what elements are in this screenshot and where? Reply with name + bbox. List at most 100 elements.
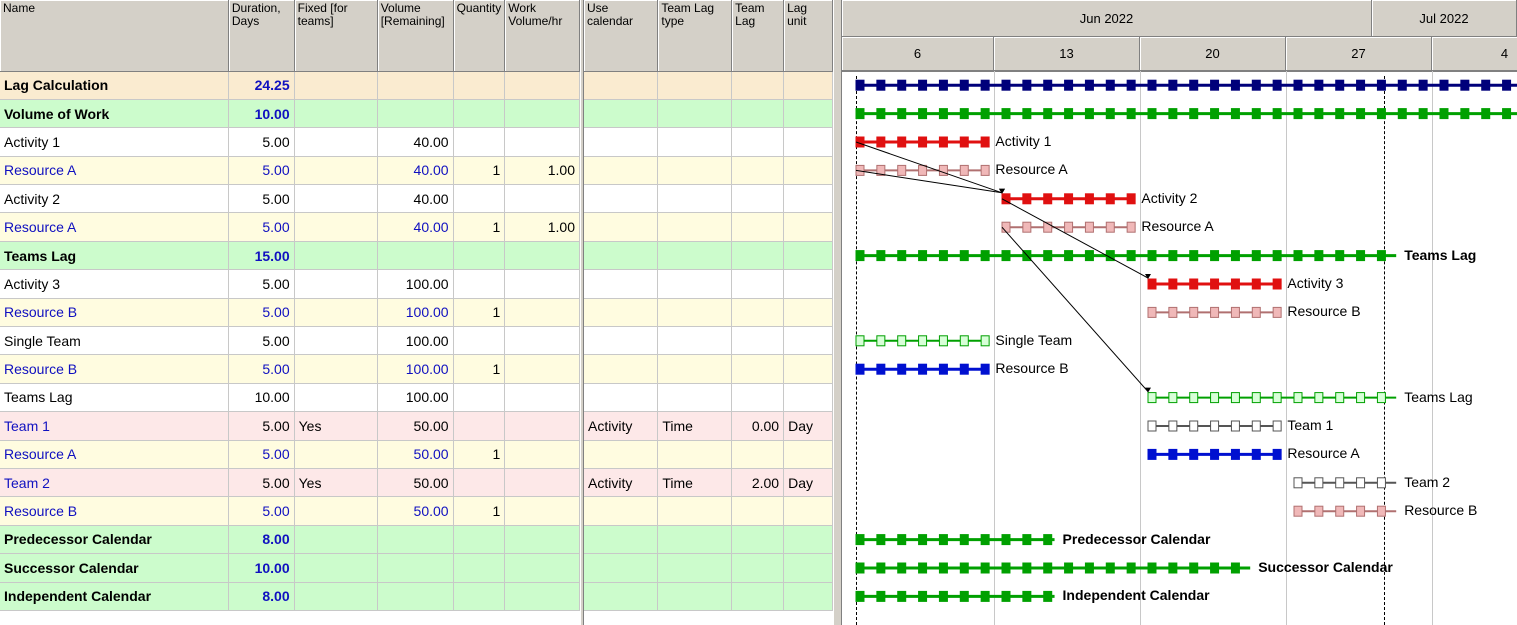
- cell-name[interactable]: Team 2: [0, 468, 229, 498]
- cell-duration[interactable]: 24.25: [228, 71, 295, 100]
- table-row[interactable]: [584, 127, 833, 157]
- cell-volume[interactable]: 100.00: [377, 326, 454, 356]
- gantt-bar[interactable]: [855, 534, 1055, 546]
- cell-work[interactable]: 1.00: [504, 156, 580, 186]
- cell-unit[interactable]: Day: [783, 411, 833, 441]
- cell-fixed[interactable]: [294, 71, 378, 100]
- cell-quantity[interactable]: 1: [453, 156, 506, 186]
- cell-calendar[interactable]: [584, 269, 659, 299]
- table-row[interactable]: [584, 184, 833, 214]
- cell-lag[interactable]: [731, 496, 785, 526]
- cell-duration[interactable]: 5.00: [228, 496, 295, 526]
- cell-work[interactable]: [504, 99, 580, 129]
- cell-lagtype[interactable]: [657, 241, 733, 271]
- table-row[interactable]: [584, 269, 833, 299]
- cell-work[interactable]: [504, 71, 580, 100]
- cell-fixed[interactable]: [294, 99, 378, 129]
- cell-quantity[interactable]: [453, 525, 506, 555]
- cell-quantity[interactable]: 1: [453, 212, 506, 242]
- cell-lag[interactable]: [731, 298, 785, 328]
- cell-duration[interactable]: 8.00: [228, 525, 295, 555]
- cell-calendar[interactable]: [584, 440, 659, 469]
- table-row[interactable]: Single Team 5.00 100.00: [0, 326, 580, 356]
- cell-unit[interactable]: [783, 71, 833, 100]
- pane-splitter-right[interactable]: [833, 0, 842, 625]
- cell-fixed[interactable]: [294, 127, 378, 157]
- left-column-header-5[interactable]: Work Volume/hr: [504, 0, 580, 72]
- cell-work[interactable]: [504, 496, 580, 526]
- cell-lag[interactable]: 2.00: [731, 468, 785, 498]
- cell-lagtype[interactable]: [657, 326, 733, 356]
- left-column-header-4[interactable]: Quantity: [453, 0, 506, 72]
- cell-work[interactable]: [504, 241, 580, 271]
- cell-quantity[interactable]: [453, 241, 506, 271]
- cell-name[interactable]: Resource A: [0, 440, 229, 469]
- cell-duration[interactable]: 5.00: [228, 212, 295, 242]
- table-row[interactable]: Resource A 5.00 50.00 1: [0, 440, 580, 469]
- left-column-header-2[interactable]: Fixed [for teams]: [294, 0, 378, 72]
- table-row[interactable]: [584, 525, 833, 555]
- cell-unit[interactable]: [783, 354, 833, 384]
- gantt-bar[interactable]: [855, 79, 1517, 91]
- cell-volume[interactable]: 50.00: [377, 496, 454, 526]
- cell-lagtype[interactable]: [657, 184, 733, 214]
- cell-duration[interactable]: 10.00: [228, 553, 295, 583]
- cell-duration[interactable]: 5.00: [228, 411, 295, 441]
- cell-lagtype[interactable]: [657, 383, 733, 413]
- cell-volume[interactable]: [377, 71, 454, 100]
- table-row[interactable]: [584, 99, 833, 129]
- cell-name[interactable]: Resource A: [0, 212, 229, 242]
- cell-volume[interactable]: 50.00: [377, 468, 454, 498]
- cell-calendar[interactable]: [584, 71, 659, 100]
- cell-duration[interactable]: 5.00: [228, 354, 295, 384]
- gantt-bar[interactable]: [1147, 278, 1282, 290]
- cell-work[interactable]: [504, 468, 580, 498]
- cell-lagtype[interactable]: [657, 212, 733, 242]
- table-row[interactable]: Activity 2 5.00 40.00: [0, 184, 580, 214]
- cell-name[interactable]: Activity 3: [0, 269, 229, 299]
- table-row[interactable]: [584, 298, 833, 328]
- table-row[interactable]: [584, 354, 833, 384]
- table-row[interactable]: Activity 3 5.00 100.00: [0, 269, 580, 299]
- cell-calendar[interactable]: Activity: [584, 468, 659, 498]
- cell-duration[interactable]: 5.00: [228, 298, 295, 328]
- cell-quantity[interactable]: 1: [453, 440, 506, 469]
- cell-name[interactable]: Lag Calculation: [0, 71, 229, 100]
- cell-duration[interactable]: 8.00: [228, 582, 295, 611]
- gantt-bar[interactable]: [855, 335, 990, 347]
- cell-name[interactable]: Resource B: [0, 354, 229, 384]
- table-row[interactable]: Predecessor Calendar 8.00: [0, 525, 580, 555]
- cell-lag[interactable]: [731, 383, 785, 413]
- cell-fixed[interactable]: [294, 269, 378, 299]
- cell-work[interactable]: [504, 269, 580, 299]
- cell-name[interactable]: Teams Lag: [0, 383, 229, 413]
- table-row[interactable]: [584, 383, 833, 413]
- cell-calendar[interactable]: [584, 127, 659, 157]
- cell-unit[interactable]: [783, 99, 833, 129]
- cell-lagtype[interactable]: [657, 99, 733, 129]
- cell-quantity[interactable]: 1: [453, 298, 506, 328]
- cell-volume[interactable]: 40.00: [377, 156, 454, 186]
- cell-lag[interactable]: 0.00: [731, 411, 785, 441]
- cell-work[interactable]: [504, 525, 580, 555]
- cell-lag[interactable]: [731, 241, 785, 271]
- table-row[interactable]: Activity Time 0.00 Day: [584, 411, 833, 441]
- cell-fixed[interactable]: [294, 582, 378, 611]
- cell-unit[interactable]: [783, 496, 833, 526]
- left-column-header-1[interactable]: Duration, Days: [228, 0, 295, 72]
- mid-column-header-3[interactable]: Lag unit: [783, 0, 833, 72]
- cell-lagtype[interactable]: Time: [657, 411, 733, 441]
- cell-calendar[interactable]: Activity: [584, 411, 659, 441]
- cell-lag[interactable]: [731, 354, 785, 384]
- cell-name[interactable]: Resource B: [0, 496, 229, 526]
- cell-name[interactable]: Successor Calendar: [0, 553, 229, 583]
- cell-duration[interactable]: 5.00: [228, 269, 295, 299]
- cell-lagtype[interactable]: [657, 553, 733, 583]
- gantt-bar[interactable]: [855, 250, 1397, 262]
- cell-work[interactable]: [504, 184, 580, 214]
- cell-quantity[interactable]: [453, 411, 506, 441]
- cell-quantity[interactable]: [453, 468, 506, 498]
- cell-volume[interactable]: [377, 525, 454, 555]
- cell-unit[interactable]: [783, 383, 833, 413]
- cell-fixed[interactable]: [294, 440, 378, 469]
